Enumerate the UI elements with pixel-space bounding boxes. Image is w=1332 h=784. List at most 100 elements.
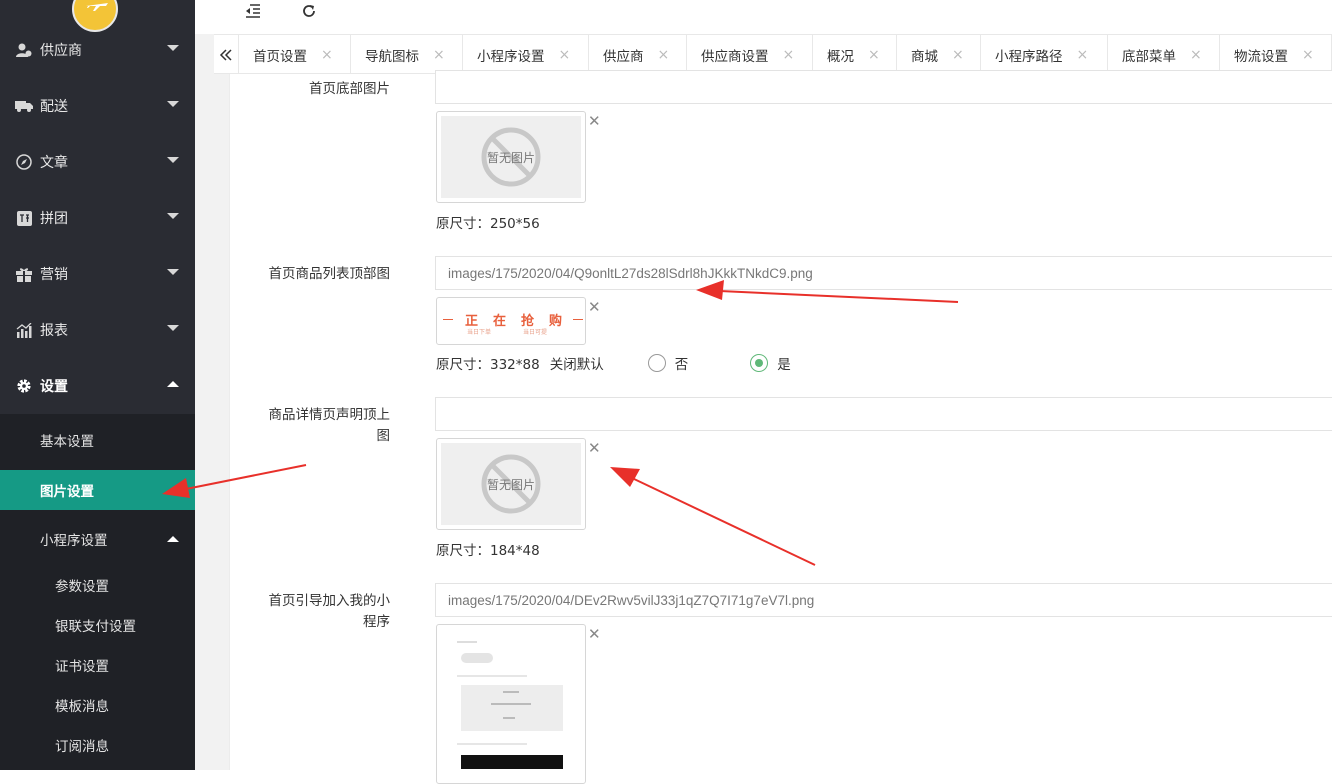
field-label-guide-mini-program: 首页引导加入我的小 程序 — [240, 591, 391, 633]
sidebar-item-label: 营销 — [40, 267, 68, 283]
collapse-menu-button[interactable] — [239, 0, 267, 22]
sidebar: 供应商 配送 文章 拼团 营销 报表 设置 基本设置 图片设置 小程序设置 参数… — [0, 0, 195, 770]
close-icon[interactable]: × — [952, 47, 964, 63]
chevron-down-icon — [167, 101, 179, 107]
detail-statement-image-preview: 暂无图片 — [436, 438, 586, 530]
sidebar-item-supplier[interactable]: 供应商 — [0, 22, 195, 78]
submenu-item-mini-program-settings[interactable]: 小程序设置 — [0, 519, 195, 559]
submenu-item-subscribe-message[interactable]: 订阅消息 — [0, 725, 195, 765]
tab-label: 导航图标 — [365, 48, 419, 65]
tab-label: 供应商 — [603, 48, 644, 65]
supplier-icon — [15, 41, 33, 59]
refresh-icon — [303, 5, 315, 17]
tab-bottom-menu[interactable]: 底部菜单 × — [1108, 35, 1220, 74]
double-chevron-left-icon — [219, 48, 232, 61]
field-label-line: 首页引导加入我的小 — [268, 593, 391, 609]
home-bottom-image-preview: 暂无图片 — [436, 111, 586, 203]
tab-bar: 首页设置 × 导航图标 × 小程序设置 × 供应商 × 供应商设置 × 概况 × 商城 × 小… — [214, 34, 1332, 74]
content-gutter — [214, 74, 229, 770]
field-label-product-list-top-image: 首页商品列表顶部图 — [268, 266, 391, 282]
top-toolbar — [195, 0, 1332, 34]
close-icon[interactable]: × — [559, 47, 571, 63]
tab-mini-program-settings[interactable]: 小程序设置 × — [463, 35, 589, 74]
tab-label: 底部菜单 — [1122, 48, 1176, 65]
sidebar-item-report[interactable]: 报表 — [0, 302, 195, 358]
field-label-line: 商品详情页声明顶上 — [268, 407, 391, 423]
home-bottom-image-input[interactable] — [435, 70, 1332, 104]
tab-mall[interactable]: 商城 × — [897, 35, 981, 74]
sidebar-item-label: 配送 — [40, 99, 68, 115]
tab-label: 物流设置 — [1234, 48, 1288, 65]
settings-submenu: 基本设置 图片设置 小程序设置 参数设置 银联支付设置 证书设置 模板消息 订阅… — [0, 414, 195, 770]
remove-image-button[interactable]: ✕ — [588, 439, 601, 457]
sidebar-item-marketing[interactable]: 营销 — [0, 246, 195, 302]
close-icon[interactable]: × — [868, 47, 880, 63]
tab-scroll-left-button[interactable] — [214, 35, 239, 74]
banner-char: 购 — [549, 314, 565, 329]
submenu-item-unionpay[interactable]: 银联支付设置 — [0, 605, 195, 645]
remove-image-button[interactable]: ✕ — [588, 625, 601, 643]
guide-screenshot-image — [441, 629, 581, 779]
no-image-placeholder: 暂无图片 — [441, 116, 581, 198]
collapse-icon — [246, 4, 260, 18]
radio-option-no[interactable]: 否 — [647, 353, 689, 373]
original-size-text: 原尺寸：332*88 — [436, 357, 540, 373]
flash-sale-banner-image: 正 在 抢 购 当日下单 当日可提 — [441, 302, 585, 340]
tab-home-settings[interactable]: 首页设置 × — [239, 35, 351, 74]
sidebar-item-label: 文章 — [40, 155, 68, 171]
sidebar-item-delivery[interactable]: 配送 — [0, 78, 195, 134]
remove-image-button[interactable]: ✕ — [588, 112, 601, 130]
submenu-item-basic-settings[interactable]: 基本设置 — [0, 420, 195, 460]
tab-logistics-settings[interactable]: 物流设置 × — [1220, 35, 1332, 74]
detail-statement-image-input[interactable] — [435, 397, 1332, 431]
radio-option-yes[interactable]: 是 — [750, 353, 791, 373]
tab-supplier[interactable]: 供应商 × — [589, 35, 687, 74]
close-icon[interactable]: × — [1077, 47, 1089, 63]
sidebar-item-settings[interactable]: 设置 — [0, 358, 195, 414]
radio-circle — [647, 354, 666, 372]
close-icon[interactable]: × — [1190, 47, 1202, 63]
close-icon[interactable]: × — [783, 47, 795, 63]
field-label-line: 程序 — [363, 614, 390, 630]
tab-mini-program-path[interactable]: 小程序路径 × — [981, 35, 1108, 74]
tab-nav-icons[interactable]: 导航图标 × — [351, 35, 463, 74]
close-icon[interactable]: × — [658, 47, 670, 63]
chevron-down-icon — [167, 325, 179, 331]
submenu-item-template-message[interactable]: 模板消息 — [0, 685, 195, 725]
radio-circle-checked — [750, 354, 769, 372]
sidebar-item-label: 设置 — [40, 379, 68, 395]
sidebar-item-label: 供应商 — [40, 43, 82, 59]
refresh-button[interactable] — [295, 0, 323, 22]
submenu-item-params[interactable]: 参数设置 — [0, 565, 195, 605]
sidebar-item-article[interactable]: 文章 — [0, 134, 195, 190]
tab-supplier-settings[interactable]: 供应商设置 × — [687, 35, 813, 74]
tab-overview[interactable]: 概况 × — [813, 35, 897, 74]
guide-mini-program-image-input[interactable]: images/175/2020/04/DEv2Rwv5vilJ33j1qZ7Q7… — [435, 583, 1332, 617]
no-image-placeholder: 暂无图片 — [441, 443, 581, 525]
chevron-up-icon — [167, 381, 179, 387]
banner-char: 在 — [493, 314, 509, 329]
remove-image-button[interactable]: ✕ — [588, 298, 601, 316]
truck-icon — [15, 97, 33, 115]
radio-label: 否 — [674, 357, 689, 373]
tab-label: 供应商设置 — [701, 48, 769, 65]
image-settings-form: 首页底部图片 暂无图片 ✕ 原尺寸：250*56 首页商品列表顶部图 image… — [229, 70, 1332, 784]
sidebar-item-group-buy[interactable]: 拼团 — [0, 190, 195, 246]
chevron-down-icon — [167, 213, 179, 219]
sidebar-item-label: 拼团 — [40, 211, 68, 227]
sidebar-item-label: 报表 — [40, 323, 68, 339]
compass-icon — [15, 153, 33, 171]
original-size-text: 原尺寸：184*48 — [436, 543, 540, 559]
original-size-row: 原尺寸：332*88 关闭默认 否 是 — [436, 353, 791, 373]
close-icon[interactable]: × — [321, 47, 333, 63]
close-icon[interactable]: × — [1302, 47, 1314, 63]
chevron-down-icon — [167, 157, 179, 163]
tab-label: 商城 — [911, 48, 938, 65]
product-list-top-image-input[interactable]: images/175/2020/04/Q9onltL27ds28lSdrl8hJ… — [435, 256, 1332, 290]
submenu-item-certificate[interactable]: 证书设置 — [0, 645, 195, 685]
gear-icon — [15, 377, 33, 395]
close-icon[interactable]: × — [433, 47, 445, 63]
submenu-item-image-settings[interactable]: 图片设置 — [0, 470, 195, 510]
submenu-item-label: 小程序设置 — [40, 533, 108, 549]
tab-label: 小程序路径 — [995, 48, 1063, 65]
